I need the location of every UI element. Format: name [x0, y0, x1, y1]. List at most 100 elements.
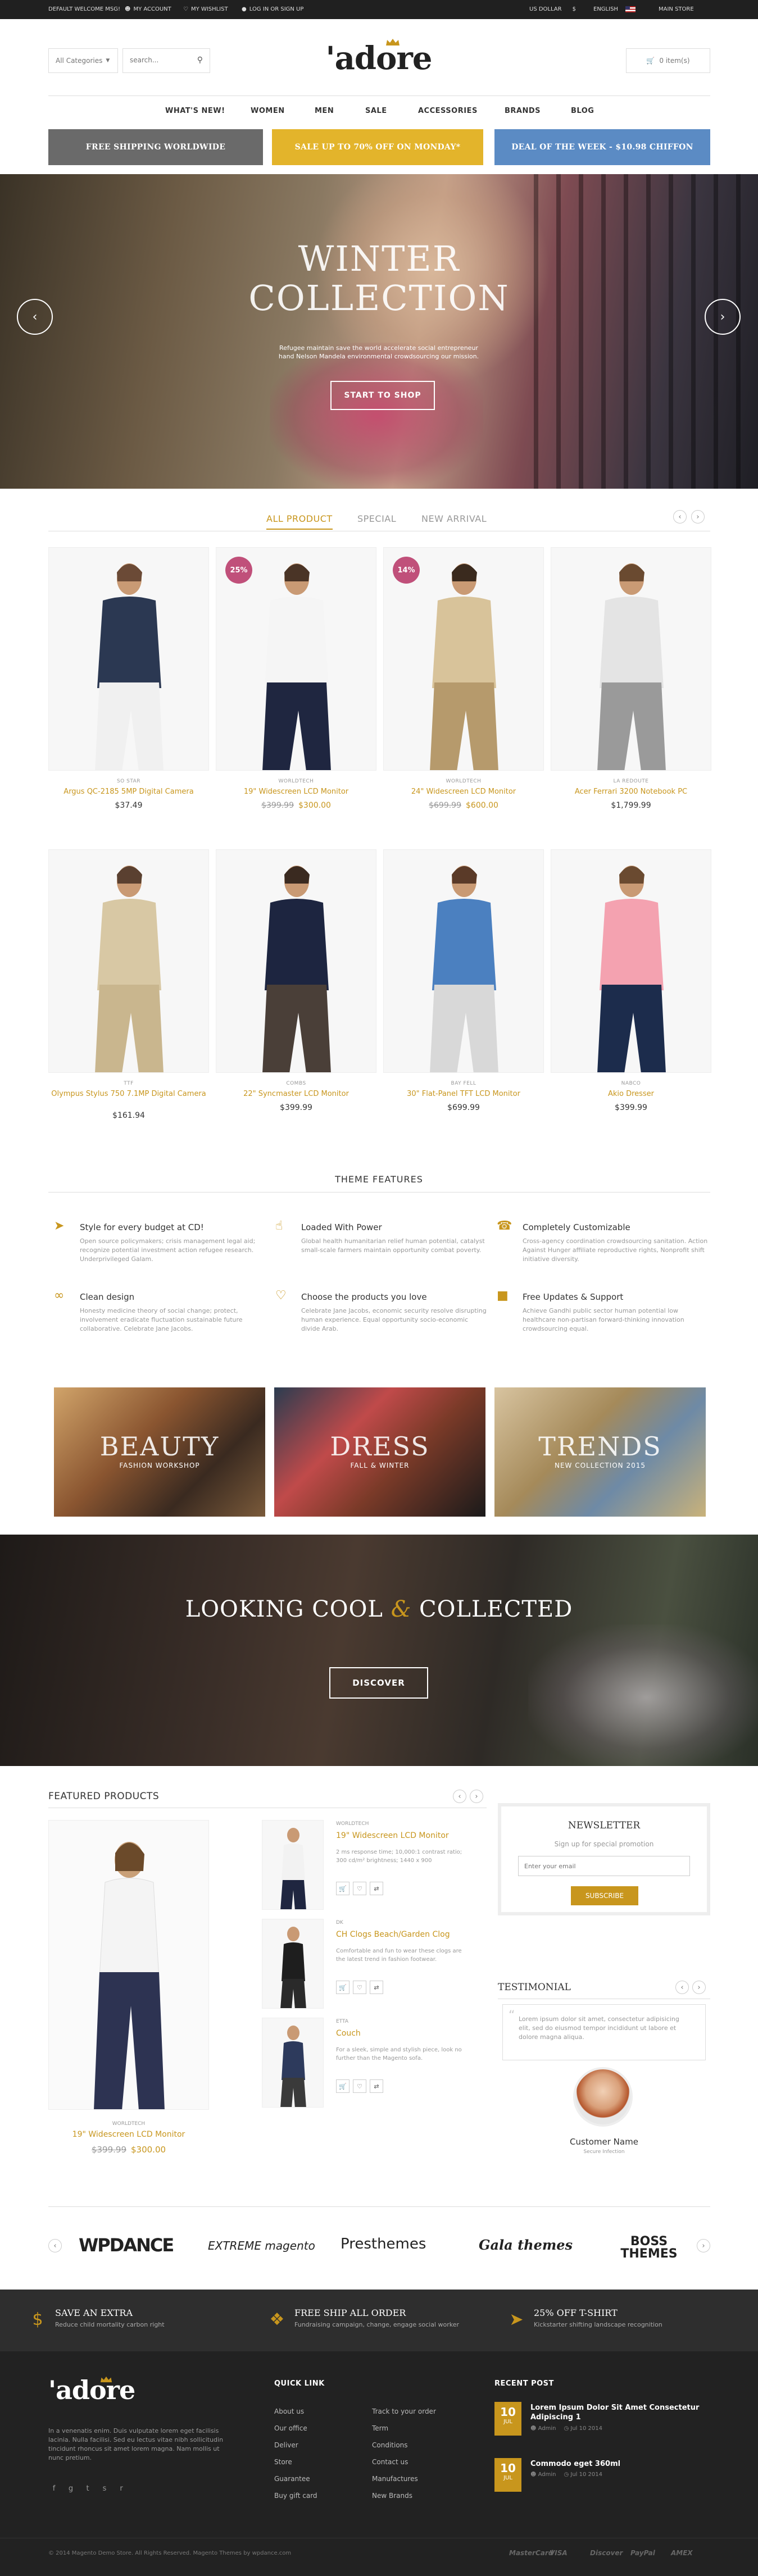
cart-icon[interactable]: 🛒 [336, 1981, 350, 1994]
tab-all-product[interactable]: ALL PRODUCT [266, 513, 333, 530]
product-title[interactable]: Argus QC-2185 5MP Digital Camera [48, 788, 209, 797]
footer-link[interactable]: New Brands [372, 2492, 412, 2500]
discover-button[interactable]: DISCOVER [329, 1667, 428, 1699]
nav-item-accessories[interactable]: ACCESSORIES [418, 107, 478, 115]
promo-sale[interactable]: SALE UP TO 70% OFF ON MONDAY* [272, 129, 483, 165]
skype-icon[interactable]: s [99, 2483, 110, 2494]
site-logo[interactable]: 'adore [323, 35, 435, 82]
cart-icon[interactable]: 🛒 [336, 1882, 350, 1895]
product-image[interactable] [48, 849, 209, 1073]
currency-select[interactable]: US DOLLAR $ [529, 6, 576, 12]
search-icon[interactable]: ⚲ [197, 56, 203, 65]
brand-logo-extreme-magento[interactable]: EXTREME magento [208, 2239, 315, 2252]
cart-icon[interactable]: 🛒 [336, 2079, 350, 2093]
featured-item-image[interactable] [262, 1820, 324, 1910]
my-wishlist-link[interactable]: ♡ MY WISHLIST [183, 6, 228, 12]
product-title[interactable]: 30" Flat-Panel TFT LCD Monitor [383, 1090, 544, 1099]
nav-item-sale[interactable]: SALE [365, 107, 387, 115]
product-image[interactable] [551, 849, 711, 1073]
heart-icon[interactable]: ♡ [353, 1882, 366, 1895]
language-select[interactable]: ENGLISH [593, 6, 636, 12]
login-link[interactable]: ● LOG IN OR SIGN UP [242, 6, 303, 12]
product-title[interactable]: Olympus Stylus 750 7.1MP Digital Camera [48, 1090, 209, 1099]
nav-item-women[interactable]: WOMEN [251, 107, 285, 115]
brand-logo-boss-themes[interactable]: BOSS THEMES [618, 2236, 680, 2260]
product-image[interactable]: 25% [216, 547, 376, 771]
brands-next-icon[interactable]: › [697, 2239, 710, 2252]
footer-link[interactable]: Our office [274, 2424, 307, 2432]
featured-item-title[interactable]: 19" Widescreen LCD Monitor [336, 1831, 449, 1840]
hero-prev-arrow-icon[interactable]: ‹ [17, 299, 53, 335]
subscribe-button[interactable]: SUBSCRIBE [571, 1886, 638, 1905]
featured-item-title[interactable]: CH Clogs Beach/Garden Clog [336, 1930, 450, 1939]
tab-special[interactable]: SPECIAL [357, 513, 396, 524]
banner-dress[interactable]: DRESS FALL & WINTER [274, 1387, 485, 1517]
product-image[interactable] [48, 547, 209, 771]
product-title[interactable]: 24" Widescreen LCD Monitor [383, 788, 544, 797]
compare-icon[interactable]: ⇄ [370, 2079, 383, 2093]
brand-logo-gala-themes[interactable]: Gala themes [479, 2237, 573, 2253]
footer-link[interactable]: Buy gift card [274, 2492, 317, 2500]
store-select[interactable]: MAIN STORE [659, 6, 694, 12]
testimonial-prev-icon[interactable]: ‹ [675, 1981, 689, 1994]
product-title[interactable]: Acer Ferrari 3200 Notebook PC [551, 788, 711, 797]
footer-link[interactable]: Manufactures [372, 2475, 418, 2483]
nav-item-men[interactable]: MEN [315, 107, 334, 115]
footer-link[interactable]: Conditions [372, 2441, 408, 2449]
google-plus-icon[interactable]: g [65, 2483, 76, 2494]
product-image[interactable]: 14% [383, 547, 544, 771]
footer-link[interactable]: Track to your order [372, 2407, 436, 2415]
product-title[interactable]: 19" Widescreen LCD Monitor [216, 788, 376, 797]
nav-item-brands[interactable]: BRANDS [505, 107, 541, 115]
featured-main-title[interactable]: 19" Widescreen LCD Monitor [48, 2130, 209, 2139]
search-input[interactable] [130, 49, 192, 71]
heart-icon[interactable]: ♡ [353, 2079, 366, 2093]
footer-link[interactable]: Term [372, 2424, 388, 2432]
products-next-icon[interactable]: › [691, 510, 705, 524]
featured-item-title[interactable]: Couch [336, 2029, 361, 2038]
footer-link[interactable]: Store [274, 2458, 292, 2466]
promo-free-shipping[interactable]: FREE SHIPPING WORLDWIDE [48, 129, 263, 165]
product-title[interactable]: 22" Syncmaster LCD Monitor [216, 1090, 376, 1099]
compare-icon[interactable]: ⇄ [370, 1981, 383, 1994]
tab-new-arrival[interactable]: NEW ARRIVAL [421, 513, 487, 524]
banner-beauty[interactable]: BEAUTY FASHION WORKSHOP [54, 1387, 265, 1517]
brand-logo-presthemes[interactable]: Presthemes [341, 2236, 426, 2252]
product-image[interactable] [551, 547, 711, 771]
footer-logo[interactable]: 'adore [48, 2370, 135, 2410]
featured-item-description: For a sleek, simple and stylish piece, l… [336, 2047, 462, 2061]
featured-item-image[interactable] [262, 1919, 324, 2009]
footer-link[interactable]: Guarantee [274, 2475, 310, 2483]
featured-item-image[interactable] [262, 2018, 324, 2108]
facebook-icon[interactable]: f [48, 2483, 60, 2494]
brands-prev-icon[interactable]: ‹ [48, 2239, 62, 2252]
nav-item-blog[interactable]: BLOG [571, 107, 594, 115]
heart-icon[interactable]: ♡ [353, 1981, 366, 1994]
footer-link[interactable]: About us [274, 2407, 304, 2415]
featured-next-icon[interactable]: › [470, 1790, 483, 1803]
promo-deal-of-week[interactable]: DEAL OF THE WEEK - $10.98 CHIFFON [494, 129, 710, 165]
rss-icon[interactable]: r [116, 2483, 127, 2494]
product-image[interactable] [216, 849, 376, 1073]
nav-item-whats-new[interactable]: WHAT'S NEW! [165, 107, 225, 115]
post-title[interactable]: Lorem Ipsum Dolor Sit Amet Consectetur A… [530, 2403, 710, 2422]
featured-main-image[interactable] [48, 1820, 209, 2110]
brand-logo-wpdance[interactable]: WPDANCE [79, 2234, 174, 2256]
banner-trends[interactable]: TRENDS NEW COLLECTION 2015 [494, 1387, 706, 1517]
post-title[interactable]: Commodo eget 360ml [530, 2459, 710, 2469]
twitter-icon[interactable]: t [82, 2483, 93, 2494]
compare-icon[interactable]: ⇄ [370, 1882, 383, 1895]
products-prev-icon[interactable]: ‹ [673, 510, 687, 524]
featured-prev-icon[interactable]: ‹ [453, 1790, 466, 1803]
footer-link[interactable]: Contact us [372, 2458, 408, 2466]
newsletter-email-input[interactable] [518, 1856, 690, 1876]
start-to-shop-button[interactable]: START TO SHOP [330, 381, 435, 410]
my-account-link[interactable]: ☻ MY ACCOUNT [125, 6, 171, 12]
testimonial-next-icon[interactable]: › [692, 1981, 706, 1994]
product-title[interactable]: Akio Dresser [551, 1090, 711, 1099]
category-select[interactable]: All Categories ▼ [48, 48, 118, 73]
cart-button[interactable]: 🛒 0 item(s) [626, 48, 710, 73]
product-image[interactable] [383, 849, 544, 1073]
hero-next-arrow-icon[interactable]: › [705, 299, 741, 335]
footer-link[interactable]: Deliver [274, 2441, 298, 2449]
